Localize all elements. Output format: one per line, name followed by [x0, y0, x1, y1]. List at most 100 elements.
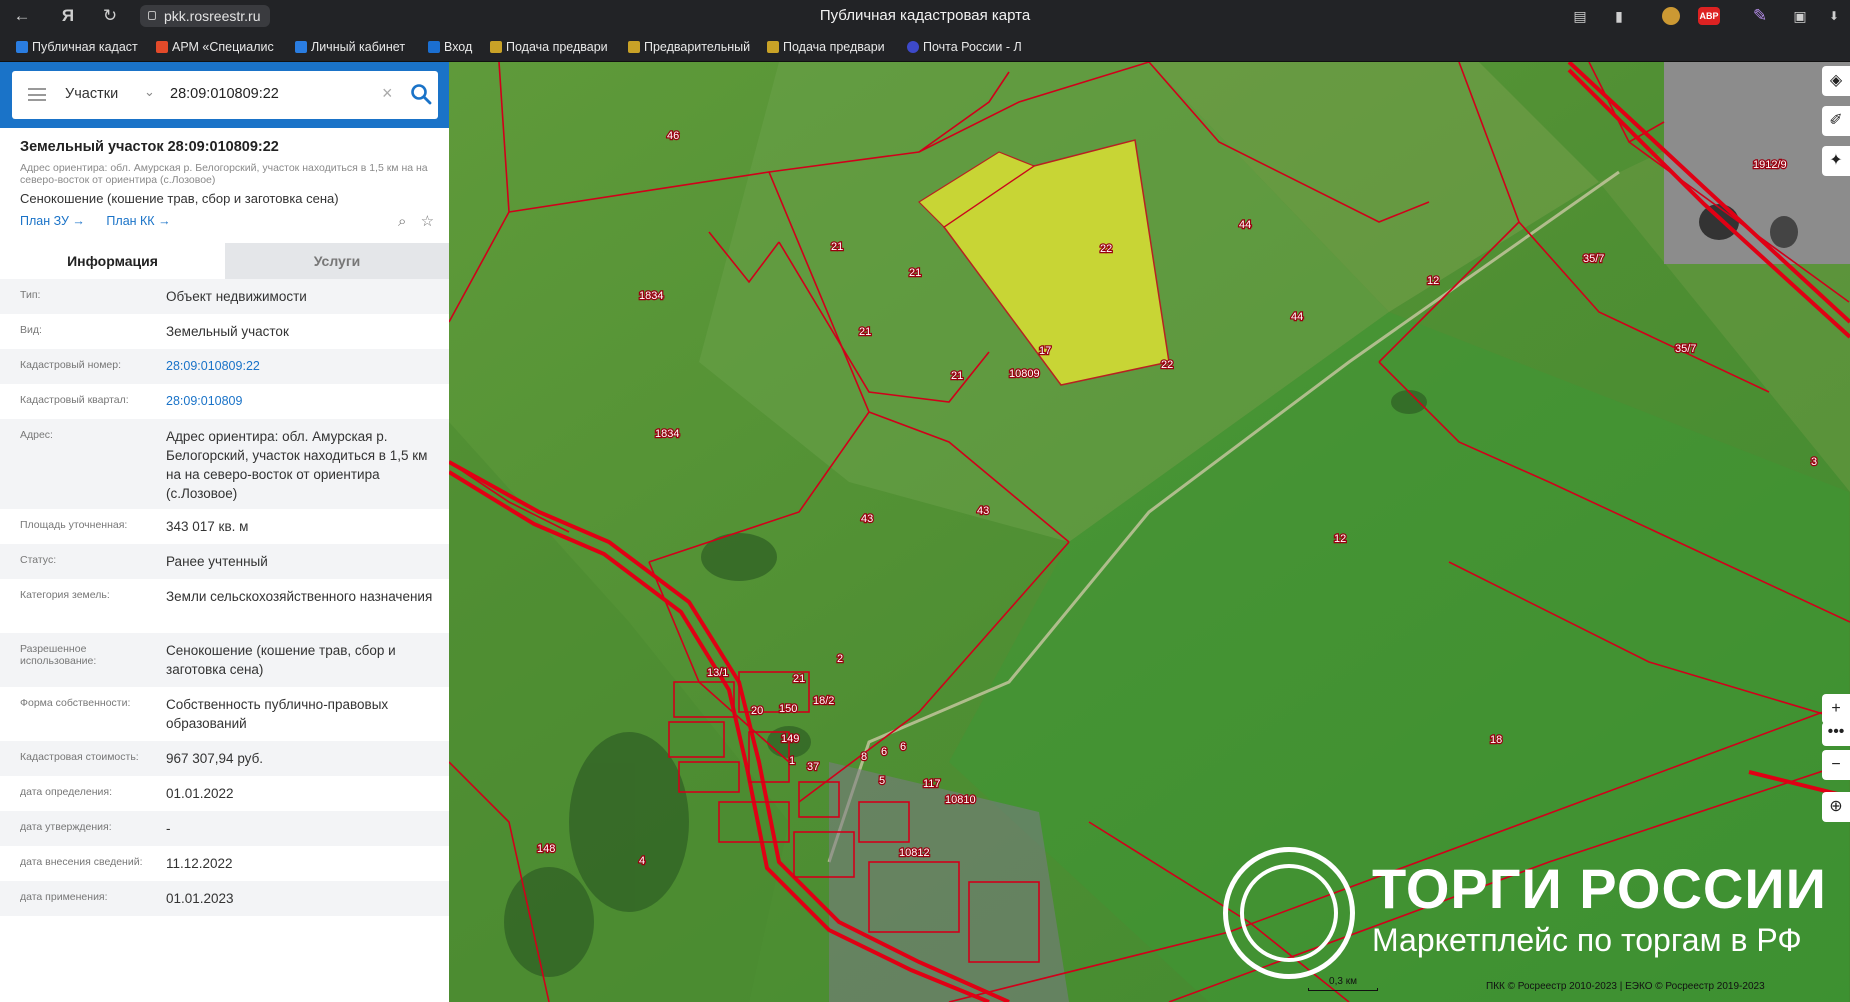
row-label: Кадастровый номер: — [20, 359, 122, 371]
plan-zu-link[interactable]: План ЗУ → — [20, 214, 85, 228]
tab-information[interactable]: Информация — [0, 243, 225, 279]
bookmark-item[interactable]: Публичная кадаст — [16, 39, 142, 55]
bookmark-label: Подача предвари — [783, 40, 885, 54]
favorite-star-icon[interactable]: ☆ — [421, 213, 434, 230]
cadastral-number-link[interactable]: 28:09:010809:22 — [166, 357, 436, 376]
parcel-label: 21 — [909, 267, 921, 279]
info-row: Кадастровый номер: 28:09:010809:22 — [0, 349, 449, 384]
info-row: Тип: Объект недвижимости — [0, 279, 449, 314]
watermark-subtitle: Маркетплейс по торгам в РФ — [1372, 922, 1802, 958]
gosuslugi-icon — [428, 41, 440, 53]
info-row: Вид: Земельный участок — [0, 314, 449, 349]
info-row: Площадь уточненная: 343 017 кв. м — [0, 509, 449, 544]
info-row: Форма собственности: Собственность публич… — [0, 687, 449, 741]
scale-bar — [1308, 988, 1378, 991]
row-value: Сенокошение (кошение трав, сбор и загото… — [166, 643, 396, 677]
extension-icon[interactable] — [1662, 7, 1680, 25]
adblock-plus-icon[interactable]: ABP — [1698, 7, 1720, 25]
bookmark-item[interactable]: Подача предвари — [767, 39, 891, 55]
cadastral-quarter-link[interactable]: 28:09:010809 — [166, 392, 436, 411]
clear-icon[interactable]: × — [382, 83, 393, 104]
back-icon[interactable]: ← — [10, 4, 34, 28]
search-icon[interactable] — [409, 82, 433, 106]
row-value: Земельный участок — [166, 324, 289, 339]
parcel-label: 35/7 — [1675, 343, 1696, 355]
object-address: Адрес ориентира: обл. Амурская р. Белого… — [20, 162, 428, 186]
address-url: pkk.rosreestr.ru — [164, 8, 261, 24]
row-value: 967 307,94 руб. — [166, 751, 264, 766]
emblem-icon — [767, 41, 779, 53]
row-label: Статус: — [20, 554, 57, 566]
more-icon[interactable]: ••• — [1822, 722, 1850, 746]
info-row: дата внесения сведений: 11.12.2022 — [0, 846, 449, 881]
row-value: Адрес ориентира: обл. Амурская р. Белого… — [166, 429, 428, 501]
parcel-label: 3 — [1811, 456, 1817, 468]
yandex-icon[interactable]: Я — [56, 4, 80, 28]
parcel-label: 43 — [861, 513, 873, 525]
parcel-label: 2 — [837, 653, 843, 665]
parcel-label: 22 — [1161, 359, 1173, 371]
zoom-in-button[interactable]: + — [1822, 694, 1850, 724]
bookmark-item[interactable]: АРМ «Специалис — [156, 39, 282, 55]
row-label: Тип: — [20, 289, 41, 301]
chevron-down-icon[interactable]: ⌄ — [144, 84, 155, 100]
parcel-label: 148 — [537, 843, 555, 855]
info-table: Тип: Объект недвижимости Вид: Земельный уч… — [0, 279, 449, 916]
address-bar[interactable]: pkk.rosreestr.ru — [140, 5, 271, 27]
parcel-label: 18 — [1490, 734, 1502, 746]
plan-links: План ЗУ → План КК → — [20, 214, 189, 228]
parcel-label: 20 — [751, 705, 763, 717]
row-label: Кадастровый квартал: — [20, 394, 129, 406]
bookmark-label: Вход — [444, 40, 473, 54]
emblem-icon — [490, 41, 502, 53]
bookmark-item[interactable]: Почта России - Л — [907, 39, 1035, 55]
download-icon[interactable]: ⬇ — [1822, 4, 1846, 28]
parcel-label: 12 — [1427, 275, 1439, 287]
parcel-label: 10812 — [899, 847, 930, 859]
bookmark-icon[interactable]: ▮ — [1607, 4, 1631, 28]
info-row: дата утверждения: - — [0, 811, 449, 846]
plan-kk-link[interactable]: План КК → — [106, 214, 170, 228]
torgi-rossii-logo — [1223, 847, 1355, 979]
zoom-out-button[interactable]: − — [1822, 750, 1850, 780]
bookmark-label: Публичная кадаст — [32, 40, 138, 54]
tab-services[interactable]: Услуги — [225, 243, 449, 279]
search-input[interactable]: 28:09:010809:22 — [170, 86, 279, 102]
collections-icon[interactable]: ▣ — [1788, 4, 1812, 28]
parcel-label: 43 — [977, 505, 989, 517]
parcel-label: 10810 — [945, 794, 976, 806]
bookmark-item[interactable]: Предварительный — [628, 39, 752, 55]
bookmark-label: Почта России - Л — [923, 40, 1022, 54]
row-label: Категория земель: — [20, 589, 110, 601]
reader-icon[interactable]: ▤ — [1568, 4, 1592, 28]
info-row: Статус: Ранее учтенный — [0, 544, 449, 579]
reload-icon[interactable]: ↻ — [98, 4, 122, 28]
parcel-label: 1 — [789, 755, 795, 767]
info-row: Разрешенное использование: Сенокошение (к… — [0, 633, 449, 687]
search-box: Участки ⌄ 28:09:010809:22 × — [12, 71, 438, 119]
compass-icon[interactable]: ⊕ — [1822, 792, 1850, 822]
bookmark-item[interactable]: Личный кабинет — [295, 39, 415, 55]
parcel-label: 10809 — [1009, 368, 1040, 380]
feather-icon[interactable]: ✎ — [1748, 4, 1772, 28]
row-label: дата внесения сведений: — [20, 856, 143, 868]
bookmark-item[interactable]: Подача предвари — [490, 39, 612, 55]
parcel-label: 12 — [1334, 533, 1346, 545]
row-value: 01.01.2023 — [166, 891, 234, 906]
map-copyright: ПКК © Росреестр 2010-2023 | ЕЭКО © Росре… — [1486, 981, 1765, 992]
bookmark-item[interactable]: Вход — [428, 39, 490, 55]
parcel-label: 6 — [881, 746, 887, 758]
parcel-label: 46 — [667, 130, 679, 142]
parcel-label: 117 — [923, 778, 941, 790]
parcel-label: 6 — [900, 741, 906, 753]
row-value: 11.12.2022 — [166, 856, 233, 871]
panel-tabs: Информация Услуги — [0, 243, 449, 279]
locate-icon[interactable]: ✦ — [1822, 146, 1850, 176]
parcel-label: 44 — [1291, 311, 1303, 323]
ruler-icon[interactable]: ✐ — [1822, 106, 1850, 136]
zoom-to-object-icon[interactable]: ⌕ — [398, 213, 406, 230]
map-icon — [16, 41, 28, 53]
layers-icon[interactable]: ◈ — [1822, 66, 1850, 96]
search-type-select[interactable]: Участки — [65, 86, 118, 102]
menu-icon[interactable] — [28, 88, 46, 101]
